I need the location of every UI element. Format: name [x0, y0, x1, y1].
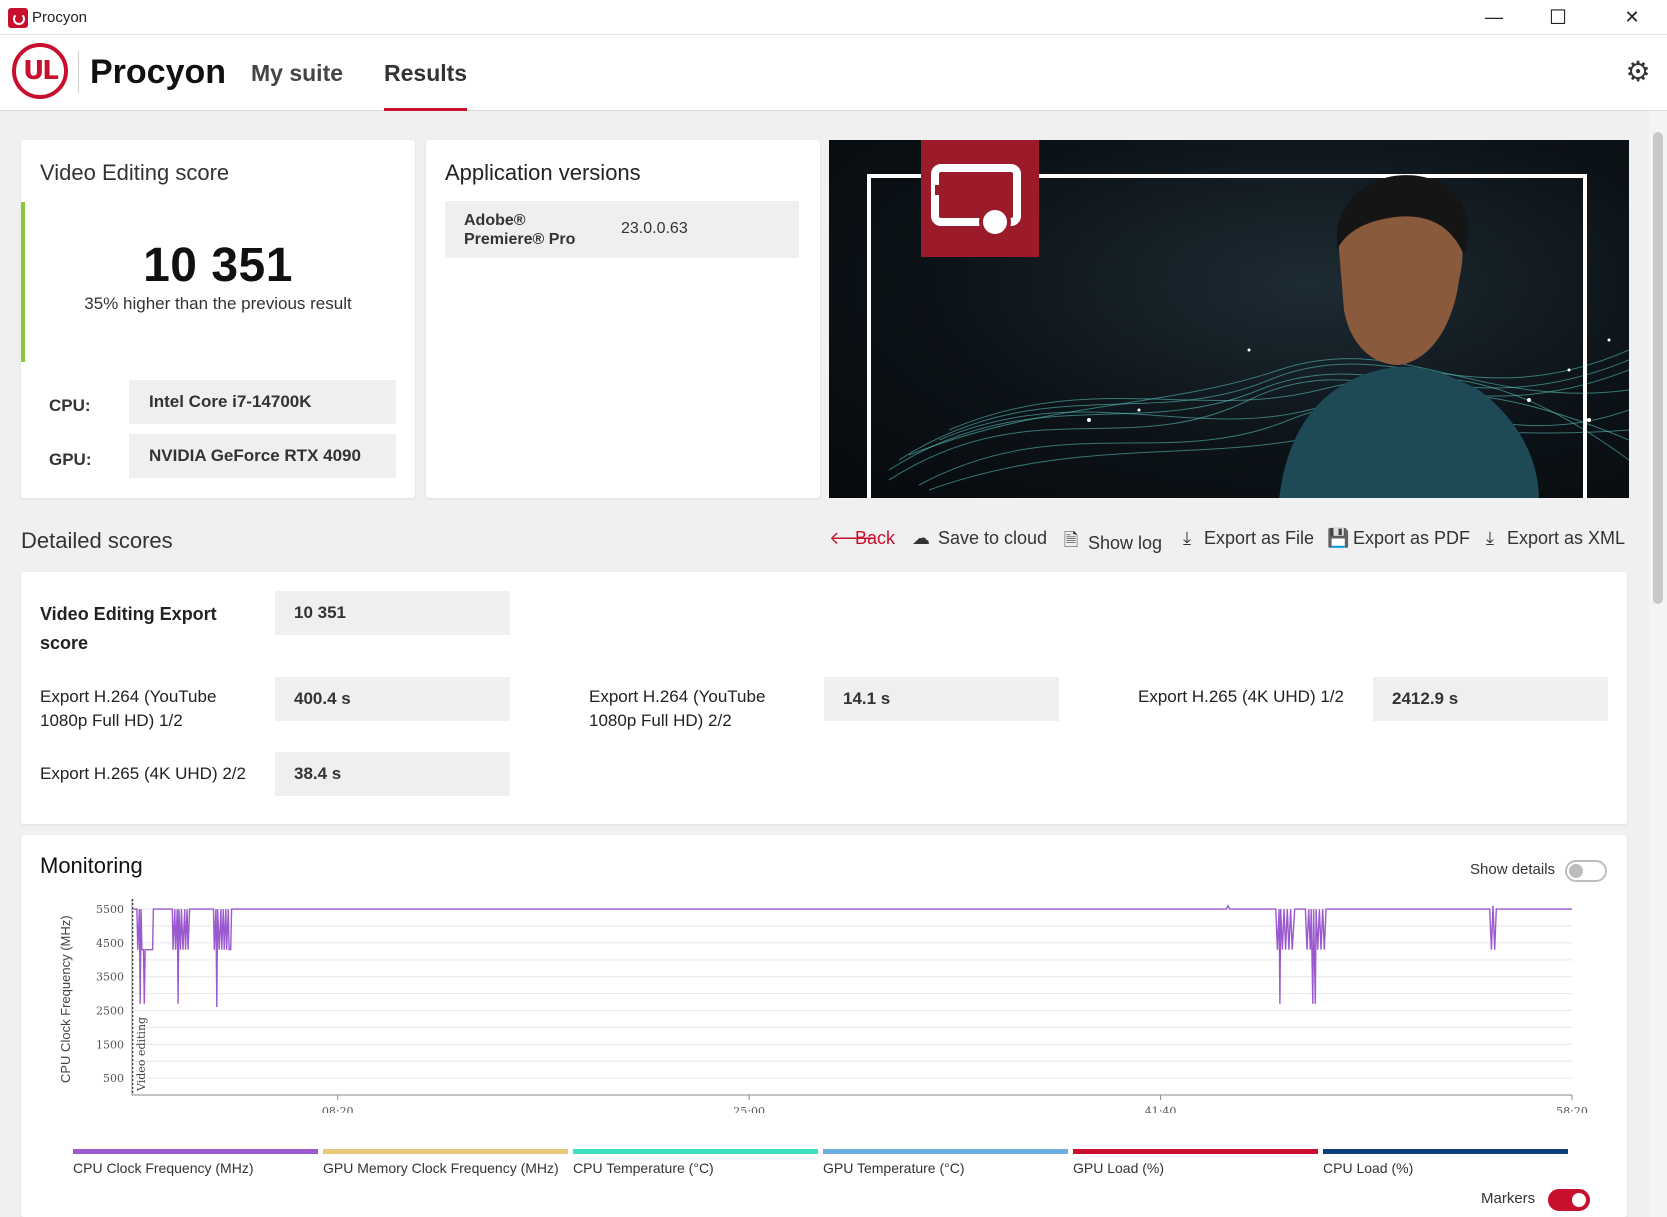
- score-comparison: 35% higher than the previous result: [84, 294, 352, 313]
- tab-results[interactable]: Results: [384, 60, 468, 111]
- video-editing-icon: [921, 140, 1039, 257]
- chart-x-tick-label: 41:40: [1145, 1105, 1177, 1113]
- export-xml-button[interactable]: ⤓ Export as XML: [1481, 528, 1625, 549]
- save-disk-icon: 💾: [1327, 528, 1350, 548]
- show-log-button[interactable]: 🗎 Show log: [1062, 528, 1162, 558]
- legend-label[interactable]: GPU Temperature (°C): [823, 1160, 965, 1176]
- score-card-title: Video Editing score: [40, 160, 230, 185]
- chart-y-tick-label: 1500: [96, 1038, 124, 1051]
- save-to-cloud-button[interactable]: ☁ Save to cloud: [912, 528, 1047, 549]
- export-pdf-button[interactable]: 💾 Export as PDF: [1327, 528, 1470, 549]
- ul-logo: UL: [12, 43, 68, 99]
- legend-swatch: [1073, 1149, 1318, 1154]
- app-version-row: Adobe® Premiere® Pro 23.0.0.63: [445, 201, 799, 258]
- chart-marker-label: Video editing: [135, 1017, 148, 1092]
- cpu-frequency-chart: 500 1500 2500 3500 4500 5500 08:20 25:00 41:40 5…: [58, 899, 1588, 1113]
- h265-part1-value: 2412.9 s: [1373, 677, 1608, 721]
- overall-score: 10 351: [143, 239, 293, 292]
- app-name: Adobe® Premiere® Pro: [464, 212, 576, 248]
- chart-y-axis-label: CPU Clock Frequency (MHz): [58, 915, 73, 1083]
- chart-y-tick-label: 3500: [96, 971, 124, 984]
- scrollbar-thumb[interactable]: [1653, 132, 1663, 604]
- gpu-label: GPU:: [49, 450, 92, 469]
- show-log-label: Show log: [1088, 532, 1163, 553]
- chart-y-tick-label: 4500: [96, 937, 124, 950]
- h264-part2-label: Export H.264 (YouTube 1080p Full HD) 2/2: [589, 687, 766, 730]
- h265-part2-value: 38.4 s: [275, 752, 510, 796]
- brand-name: Procyon: [90, 53, 227, 91]
- export-xml-label: Export as XML: [1507, 528, 1626, 548]
- app-version: 23.0.0.63: [621, 220, 688, 237]
- chart-y-tick-label: 500: [103, 1072, 124, 1085]
- window-title: Procyon: [32, 9, 88, 26]
- hero-image: [829, 140, 1629, 498]
- export-score-value: 10 351: [275, 591, 510, 635]
- legend-swatch: [573, 1149, 818, 1154]
- show-details-label: Show details: [1470, 861, 1556, 878]
- download-icon: ⤓: [1183, 528, 1191, 548]
- chart-series-line: [132, 904, 1572, 1008]
- h264-part1-label: Export H.264 (YouTube 1080p Full HD) 1/2: [40, 687, 217, 730]
- chart-x-tick-label: 25:00: [733, 1105, 765, 1113]
- export-score-label: Video Editing Export score: [40, 604, 217, 653]
- h265-part2-label: Export H.265 (4K UHD) 2/2: [40, 764, 246, 783]
- markers-label: Markers: [1481, 1190, 1536, 1207]
- legend-label[interactable]: GPU Memory Clock Frequency (MHz): [323, 1160, 559, 1176]
- export-file-label: Export as File: [1204, 528, 1315, 548]
- gpu-value: NVIDIA GeForce RTX 4090: [129, 434, 396, 478]
- h265-part1-label: Export H.265 (4K UHD) 1/2: [1138, 687, 1344, 706]
- chart-y-tick-label: 5500: [96, 903, 124, 916]
- legend-label[interactable]: GPU Load (%): [1073, 1160, 1164, 1176]
- detailed-scores-card: Video Editing Export score 10 351 Export…: [21, 572, 1627, 824]
- export-pdf-label: Export as PDF: [1353, 528, 1471, 548]
- document-icon: 🗎: [1063, 530, 1079, 550]
- app-versions-title: Application versions: [445, 160, 641, 185]
- legend-swatch: [1323, 1149, 1568, 1154]
- legend-label[interactable]: CPU Clock Frequency (MHz): [73, 1160, 253, 1176]
- download-icon: ⤓: [1486, 528, 1494, 548]
- back-button[interactable]: 🡐 Back: [829, 528, 895, 549]
- app-icon: [8, 8, 28, 28]
- cloud-upload-icon: ☁: [912, 528, 930, 548]
- legend-swatch: [323, 1149, 568, 1154]
- markers-toggle[interactable]: [1548, 1189, 1590, 1211]
- minimize-button[interactable]: —: [1467, 0, 1521, 35]
- close-button[interactable]: ✕: [1605, 0, 1659, 35]
- score-card: Video Editing score 10 351 35% higher th…: [21, 140, 415, 498]
- legend-label[interactable]: CPU Load (%): [1323, 1160, 1413, 1176]
- gear-icon[interactable]: ⚙: [1623, 57, 1653, 87]
- legend-label[interactable]: CPU Temperature (°C): [573, 1160, 714, 1176]
- legend-swatch: [823, 1149, 1068, 1154]
- maximize-button[interactable]: ☐: [1531, 0, 1585, 35]
- legend-swatch: [73, 1149, 318, 1154]
- back-label: Back: [855, 528, 896, 548]
- h264-part1-value: 400.4 s: [275, 677, 510, 721]
- window-titlebar: Procyon — ☐ ✕: [0, 0, 1667, 35]
- show-details-toggle[interactable]: [1565, 860, 1607, 882]
- export-file-button[interactable]: ⤓ Export as File: [1178, 528, 1314, 549]
- h264-part2-value: 14.1 s: [824, 677, 1059, 721]
- cpu-label: CPU:: [49, 396, 91, 415]
- save-to-cloud-label: Save to cloud: [938, 528, 1048, 548]
- chart-y-tick-label: 2500: [96, 1005, 124, 1018]
- arrow-left-icon: 🡐: [829, 528, 878, 548]
- logo-divider: [78, 51, 79, 93]
- tab-my-suite[interactable]: My suite: [251, 60, 343, 111]
- person-silhouette: [1279, 175, 1539, 498]
- chart-x-tick-label: 08:20: [322, 1105, 354, 1113]
- app-header: UL Procyon My suite Results ⚙: [0, 35, 1667, 111]
- app-versions-card: Application versions Adobe® Premiere® Pr…: [426, 140, 820, 498]
- chart-x-tick-label: 58:20: [1556, 1105, 1588, 1113]
- monitoring-card: Monitoring Show details 500 1500 2500 3500 4…: [21, 835, 1627, 1217]
- detailed-scores-title: Detailed scores: [21, 528, 173, 553]
- monitoring-title: Monitoring: [40, 853, 143, 878]
- cpu-value: Intel Core i7-14700K: [129, 380, 396, 424]
